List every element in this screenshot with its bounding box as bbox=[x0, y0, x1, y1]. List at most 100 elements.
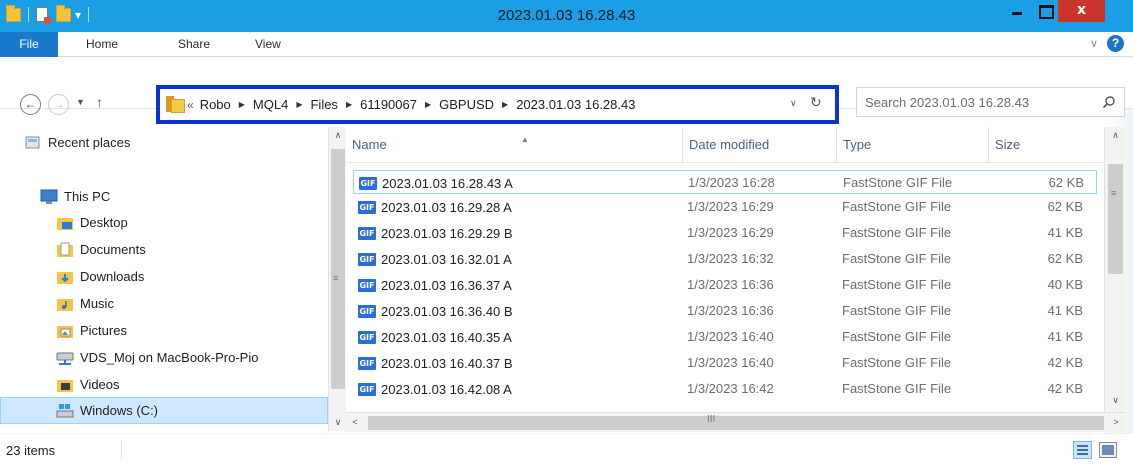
close-button[interactable]: x bbox=[1058, 0, 1105, 22]
file-type: FastStone GIF File bbox=[842, 329, 952, 344]
nav-item-label: Windows (C:) bbox=[80, 403, 159, 418]
breadcrumb-item[interactable]: Robo bbox=[200, 90, 231, 120]
file-row[interactable]: GIF 2023.01.03 16.40.37 B 1/3/2023 16:40 … bbox=[353, 351, 1097, 375]
file-row[interactable]: GIF 2023.01.03 16.28.43 A 1/3/2023 16:28 … bbox=[353, 170, 1097, 194]
file-list-vertical-scrollbar[interactable]: ∧ ≡ ∨ bbox=[1104, 127, 1125, 412]
chevron-right-icon[interactable]: ▶ bbox=[502, 90, 508, 120]
chevron-right-icon[interactable]: ▶ bbox=[346, 90, 352, 120]
file-row[interactable]: GIF 2023.01.03 16.40.35 A 1/3/2023 16:40 … bbox=[353, 325, 1097, 349]
file-row[interactable]: GIF 2023.01.03 16.42.08 A 1/3/2023 16:42 … bbox=[353, 377, 1097, 401]
breadcrumb-overflow[interactable]: « bbox=[187, 90, 194, 120]
tab-view[interactable]: View bbox=[255, 32, 281, 57]
file-name-cell: GIF 2023.01.03 16.28.43 A bbox=[359, 171, 513, 195]
file-date: 1/3/2023 16:28 bbox=[688, 175, 775, 190]
scroll-down-icon[interactable]: ∨ bbox=[1105, 389, 1126, 412]
scroll-up-icon[interactable]: ∧ bbox=[329, 127, 347, 145]
nav-item-recent-places[interactable]: Recent places bbox=[0, 129, 328, 156]
nav-item-desktop[interactable]: Desktop bbox=[0, 209, 328, 236]
gif-file-icon: GIF bbox=[358, 304, 376, 318]
file-type: FastStone GIF File bbox=[842, 277, 952, 292]
scrollbar-thumb[interactable] bbox=[368, 416, 1104, 430]
status-bar: 23 items bbox=[0, 433, 1133, 467]
file-type: FastStone GIF File bbox=[842, 355, 952, 370]
gif-file-icon: GIF bbox=[358, 252, 376, 266]
file-name: 2023.01.03 16.29.28 A bbox=[381, 199, 512, 215]
file-list-horizontal-scrollbar[interactable]: < III > bbox=[346, 412, 1125, 432]
help-icon[interactable]: ? bbox=[1107, 35, 1124, 52]
title-bar: ▾ 2023.01.03 16.28.43 x bbox=[0, 0, 1133, 32]
scroll-up-icon[interactable]: ∧ bbox=[1105, 127, 1126, 145]
refresh-icon[interactable]: ↻ bbox=[810, 94, 822, 111]
details-view-icon[interactable] bbox=[1073, 441, 1092, 459]
file-row[interactable]: GIF 2023.01.03 16.32.01 A 1/3/2023 16:32 … bbox=[353, 247, 1097, 271]
chevron-right-icon[interactable]: ▶ bbox=[296, 90, 302, 120]
gif-file-icon: GIF bbox=[358, 382, 376, 396]
minimize-button[interactable] bbox=[1003, 0, 1031, 22]
file-row[interactable]: GIF 2023.01.03 16.36.37 A 1/3/2023 16:36 … bbox=[353, 273, 1097, 297]
search-icon[interactable] bbox=[1102, 95, 1116, 109]
file-name: 2023.01.03 16.28.43 A bbox=[382, 175, 513, 191]
file-list: ▲ Name Date modified Type Size GIF 2023.0… bbox=[346, 127, 1104, 412]
scroll-grip-icon: ≡ bbox=[333, 273, 339, 283]
chevron-right-icon[interactable]: ▶ bbox=[239, 90, 245, 120]
column-date-modified[interactable]: Date modified bbox=[683, 127, 836, 163]
address-bar[interactable]: « Robo ▶ MQL4 ▶ Files ▶ 61190067 ▶ GBPUS… bbox=[156, 85, 839, 124]
file-name: 2023.01.03 16.36.40 B bbox=[381, 303, 513, 319]
scroll-down-icon[interactable]: ∨ bbox=[329, 414, 347, 431]
forward-button[interactable]: → bbox=[48, 94, 69, 115]
file-row[interactable]: GIF 2023.01.03 16.36.40 B 1/3/2023 16:36 … bbox=[353, 299, 1097, 323]
maximize-button[interactable] bbox=[1031, 0, 1058, 22]
file-row[interactable]: GIF 2023.01.03 16.29.28 A 1/3/2023 16:29 … bbox=[353, 195, 1097, 219]
recent-locations-icon[interactable]: ▼ bbox=[76, 97, 85, 107]
chevron-down-icon[interactable]: ∨ bbox=[790, 98, 797, 109]
drive-icon bbox=[56, 403, 74, 419]
breadcrumb-item-current[interactable]: 2023.01.03 16.28.43 bbox=[516, 90, 635, 120]
window-title: 2023.01.03 16.28.43 bbox=[497, 7, 636, 24]
scrollbar-thumb[interactable] bbox=[1108, 164, 1123, 274]
file-explorer-window: ▾ 2023.01.03 16.28.43 x File Home Share … bbox=[0, 0, 1133, 467]
nav-item-label: Pictures bbox=[80, 323, 127, 338]
nav-item-windows-c[interactable]: Windows (C:) bbox=[0, 397, 328, 424]
nav-item-this-pc[interactable]: This PC bbox=[0, 183, 328, 210]
search-input[interactable] bbox=[865, 92, 1093, 112]
breadcrumb-item[interactable]: Files bbox=[310, 90, 337, 120]
item-count: 23 items bbox=[6, 443, 56, 458]
scroll-left-icon[interactable]: < bbox=[346, 413, 364, 432]
expand-ribbon-icon[interactable]: ∨ bbox=[1090, 37, 1098, 50]
nav-item-documents[interactable]: Documents bbox=[0, 236, 328, 263]
folder-icon bbox=[166, 96, 185, 113]
scroll-right-icon[interactable]: > bbox=[1107, 413, 1125, 432]
column-type[interactable]: Type bbox=[837, 127, 988, 163]
large-icons-view-icon[interactable] bbox=[1099, 442, 1117, 458]
scrollbar-thumb[interactable] bbox=[331, 149, 345, 389]
file-row[interactable]: GIF 2023.01.03 16.29.29 B 1/3/2023 16:29 … bbox=[353, 221, 1097, 245]
nav-item-downloads[interactable]: Downloads bbox=[0, 263, 328, 290]
column-name[interactable]: Name bbox=[346, 127, 682, 163]
tab-share[interactable]: Share bbox=[178, 32, 210, 57]
breadcrumb-item[interactable]: 61190067 bbox=[360, 90, 417, 120]
breadcrumb-item[interactable]: GBPUSD bbox=[439, 90, 494, 120]
back-button[interactable]: ← bbox=[20, 94, 41, 115]
tab-home[interactable]: Home bbox=[86, 32, 118, 57]
nav-item-videos[interactable]: Videos bbox=[0, 371, 328, 398]
chevron-right-icon[interactable]: ▶ bbox=[425, 90, 431, 120]
file-date: 1/3/2023 16:36 bbox=[687, 303, 774, 318]
file-date: 1/3/2023 16:29 bbox=[687, 199, 774, 214]
column-size[interactable]: Size bbox=[989, 127, 1104, 163]
tab-file[interactable]: File bbox=[0, 32, 58, 57]
nav-item-music[interactable]: Music bbox=[0, 290, 328, 317]
up-button[interactable]: ↑ bbox=[96, 94, 103, 110]
column-header: ▲ Name Date modified Type Size bbox=[346, 127, 1104, 163]
gif-file-icon: GIF bbox=[358, 330, 376, 344]
scroll-grip-icon: III bbox=[707, 414, 716, 425]
navigation-pane-scrollbar[interactable]: ∧ ≡ ∨ bbox=[328, 127, 346, 431]
nav-item-pictures[interactable]: Pictures bbox=[0, 317, 328, 344]
file-date: 1/3/2023 16:40 bbox=[687, 355, 774, 370]
file-name: 2023.01.03 16.40.37 B bbox=[381, 355, 513, 371]
search-box[interactable] bbox=[856, 87, 1125, 117]
file-name: 2023.01.03 16.40.35 A bbox=[381, 329, 512, 345]
breadcrumb-item[interactable]: MQL4 bbox=[253, 90, 288, 120]
file-size: 62 KB bbox=[1047, 199, 1083, 214]
nav-item-network-share[interactable]: VDS_Moj on MacBook-Pro-Pio bbox=[0, 344, 328, 371]
file-type: FastStone GIF File bbox=[842, 225, 952, 240]
